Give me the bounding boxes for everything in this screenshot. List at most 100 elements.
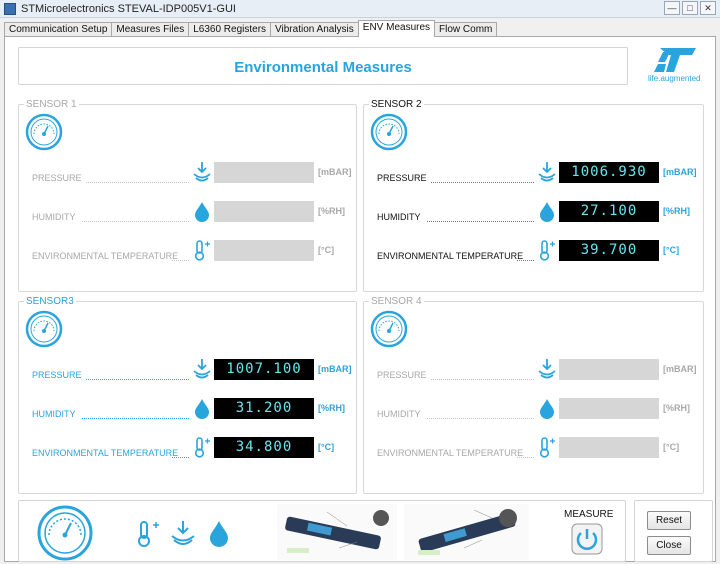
measure-label: ENVIRONMENTAL TEMPERATURE: [32, 448, 179, 458]
measure-row: ENVIRONMENTAL TEMPERATURE [°C]: [19, 239, 356, 263]
maximize-button[interactable]: □: [682, 1, 698, 15]
tab-l6360-registers[interactable]: L6360 Registers: [188, 22, 272, 37]
st-logo-icon: [654, 48, 696, 72]
measure-value: [214, 162, 314, 183]
pressure-icon: [193, 359, 211, 379]
title-bar: STMicroelectronics STEVAL-IDP005V1-GUI —…: [0, 0, 720, 18]
measure-label: HUMIDITY: [32, 409, 76, 419]
measure-unit: [°C]: [318, 442, 335, 452]
reset-button[interactable]: Reset: [647, 511, 691, 530]
page-header: Environmental Measures: [18, 47, 628, 85]
measure-value: 31.200: [214, 398, 314, 419]
measure-panel: MEASURE: [18, 500, 626, 562]
leader-dots: [431, 379, 534, 380]
measure-row: HUMIDITY [%RH]: [19, 200, 356, 224]
window-title: STMicroelectronics STEVAL-IDP005V1-GUI: [21, 2, 236, 15]
measure-value: [214, 201, 314, 222]
measure-row: ENVIRONMENTAL TEMPERATURE 34.800 [°C]: [19, 436, 356, 460]
humidity-icon: [195, 399, 209, 419]
measure-value: 1006.930: [559, 162, 659, 183]
tab-bar: Communication Setup Measures Files L6360…: [4, 20, 498, 37]
measure-value: [559, 359, 659, 380]
tab-measures-files[interactable]: Measures Files: [111, 22, 190, 37]
measure-unit: [mBAR]: [663, 364, 697, 374]
sensor-label: SENSOR 1: [24, 99, 79, 110]
humidity-icon: [195, 202, 209, 222]
minimize-button[interactable]: —: [664, 1, 680, 15]
leader-dots: [172, 457, 189, 458]
measure-unit: [mBAR]: [663, 167, 697, 177]
action-buttons: Reset Close: [634, 500, 713, 562]
measure-unit: [%RH]: [663, 206, 690, 216]
leader-dots: [517, 457, 534, 458]
measure-unit: [mBAR]: [318, 364, 352, 374]
leader-dots: [86, 379, 189, 380]
leader-dots: [517, 260, 534, 261]
measure-row: PRESSURE 1007.100 [mBAR]: [19, 358, 356, 382]
tab-env-measures[interactable]: ENV Measures: [357, 20, 436, 37]
close-window-button[interactable]: ✕: [700, 1, 716, 15]
temperature-icon: [138, 521, 159, 547]
logo-tagline: life.augmented: [648, 74, 701, 83]
measure-value: [559, 398, 659, 419]
measure-label: PRESSURE: [32, 173, 82, 183]
measure-unit: [mBAR]: [318, 167, 352, 177]
measure-label: MEASURE: [564, 509, 614, 520]
measure-label: HUMIDITY: [32, 212, 76, 222]
sensor-label: SENSOR3: [24, 296, 76, 307]
measure-unit: [°C]: [318, 245, 335, 255]
leader-dots: [172, 260, 189, 261]
gauge-large-icon: [37, 505, 93, 561]
measure-row: PRESSURE 1006.930 [mBAR]: [364, 161, 703, 185]
measure-row: HUMIDITY [%RH]: [364, 397, 703, 421]
measure-row: HUMIDITY 27.100 [%RH]: [364, 200, 703, 224]
measure-label: HUMIDITY: [377, 409, 421, 419]
gauge-icon: [25, 310, 63, 348]
measure-power-button[interactable]: [571, 523, 603, 555]
measure-label: PRESSURE: [377, 370, 427, 380]
measure-unit: [%RH]: [318, 403, 345, 413]
gauge-icon: [370, 113, 408, 151]
measure-row: ENVIRONMENTAL TEMPERATURE 39.700 [°C]: [364, 239, 703, 263]
temperature-icon: [194, 437, 210, 458]
measure-value: [214, 240, 314, 261]
tab-flow-comm[interactable]: Flow Comm: [434, 22, 498, 37]
measure-label: ENVIRONMENTAL TEMPERATURE: [32, 251, 179, 261]
measure-label: PRESSURE: [377, 173, 427, 183]
leader-dots: [82, 418, 189, 419]
humidity-icon: [540, 202, 554, 222]
measure-row: PRESSURE [mBAR]: [364, 358, 703, 382]
measure-unit: [°C]: [663, 442, 680, 452]
sensor-panel-2: SENSOR 2 PRESSURE 1006.930 [mBAR] HUMIDITY 27…: [363, 99, 704, 292]
pressure-icon: [538, 162, 556, 182]
sensor-panel-4: SENSOR 4 PRESSURE [mBAR] HUMIDITY [%RH] ENVIR…: [363, 296, 704, 494]
measure-value: 1007.100: [214, 359, 314, 380]
temperature-icon: [539, 240, 555, 261]
page-title: Environmental Measures: [234, 59, 412, 76]
pressure-icon: [193, 162, 211, 182]
measure-value: [559, 437, 659, 458]
tab-communication-setup[interactable]: Communication Setup: [4, 22, 113, 37]
tab-vibration-analysis[interactable]: Vibration Analysis: [270, 22, 359, 37]
measure-unit: [%RH]: [663, 403, 690, 413]
measure-label: HUMIDITY: [377, 212, 421, 222]
measure-value: 34.800: [214, 437, 314, 458]
app-icon: [4, 2, 16, 15]
measure-row: ENVIRONMENTAL TEMPERATURE [°C]: [364, 436, 703, 460]
humidity-icon: [540, 399, 554, 419]
leader-dots: [82, 221, 189, 222]
board-image-1: [277, 504, 397, 560]
measure-value: 27.100: [559, 201, 659, 222]
leader-dots: [427, 221, 534, 222]
measure-row: HUMIDITY 31.200 [%RH]: [19, 397, 356, 421]
measure-label: PRESSURE: [32, 370, 82, 380]
humidity-icon: [210, 521, 228, 547]
sensor-panel-1: SENSOR 1 PRESSURE [mBAR] HUMIDITY [%RH] ENVIR…: [18, 99, 357, 292]
temperature-icon: [539, 437, 555, 458]
close-button[interactable]: Close: [647, 536, 691, 555]
measure-unit: [°C]: [663, 245, 680, 255]
gauge-icon: [370, 310, 408, 348]
pressure-icon: [538, 359, 556, 379]
sensor-panel-3: SENSOR3 PRESSURE 1007.100 [mBAR] HUMIDITY 31.…: [18, 296, 357, 494]
leader-dots: [86, 182, 189, 183]
